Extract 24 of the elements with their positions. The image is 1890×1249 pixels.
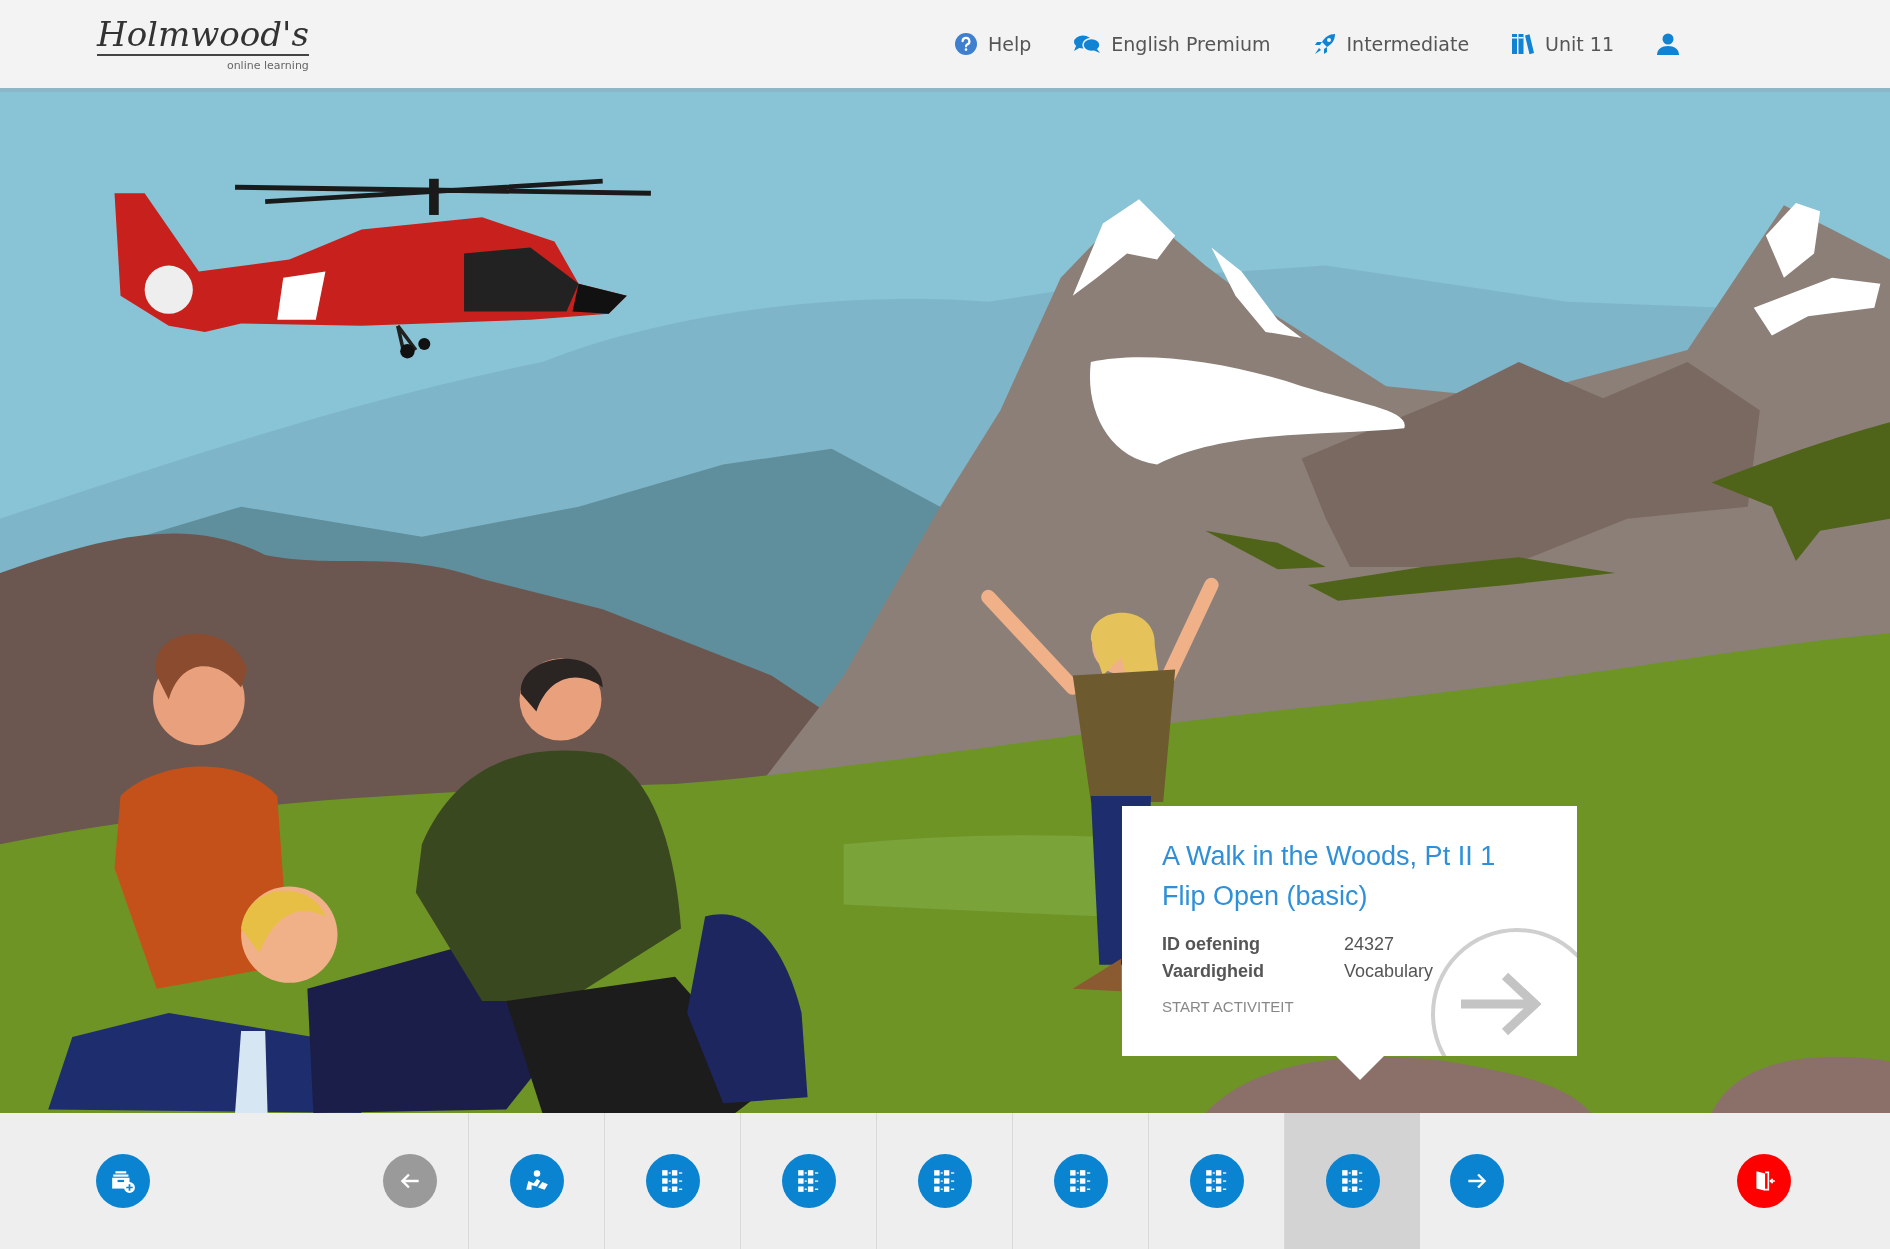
logo-name: Holmwood's [97,16,309,56]
exit-button[interactable] [1737,1154,1791,1208]
chat-bubbles-icon [1073,34,1102,54]
detail-label: Vaardigheid [1162,961,1266,982]
add-portfolio-button[interactable] [96,1154,150,1208]
user-icon [1656,32,1680,56]
rocket-icon [1312,32,1337,56]
detail-label: ID oefening [1162,934,1261,955]
next-button[interactable] [1450,1154,1504,1208]
logo-tagline: online learning [226,58,309,72]
nav-link[interactable]: Unit 11 [1511,32,1614,56]
step-tab[interactable] [1284,1113,1420,1249]
nav-link[interactable]: English Premium [1073,33,1271,55]
books-icon [1511,32,1536,56]
start-activity-link[interactable]: START ACTIVITEIT [1162,998,1294,1015]
account-link[interactable] [1656,32,1680,56]
nav-link[interactable]: Intermediate [1312,32,1470,56]
detail-value: 24327 [1344,934,1396,955]
logo[interactable]: Holmwood's online learning [97,16,309,72]
activity-title: A Walk in the Woods, Pt II 1 Flip Open (basic) [1162,840,1497,913]
nav-link[interactable]: Help [953,32,1032,56]
help-icon [953,32,978,56]
archive-plus-icon [110,1168,136,1194]
detail-value: Vocabulary [1344,961,1435,982]
